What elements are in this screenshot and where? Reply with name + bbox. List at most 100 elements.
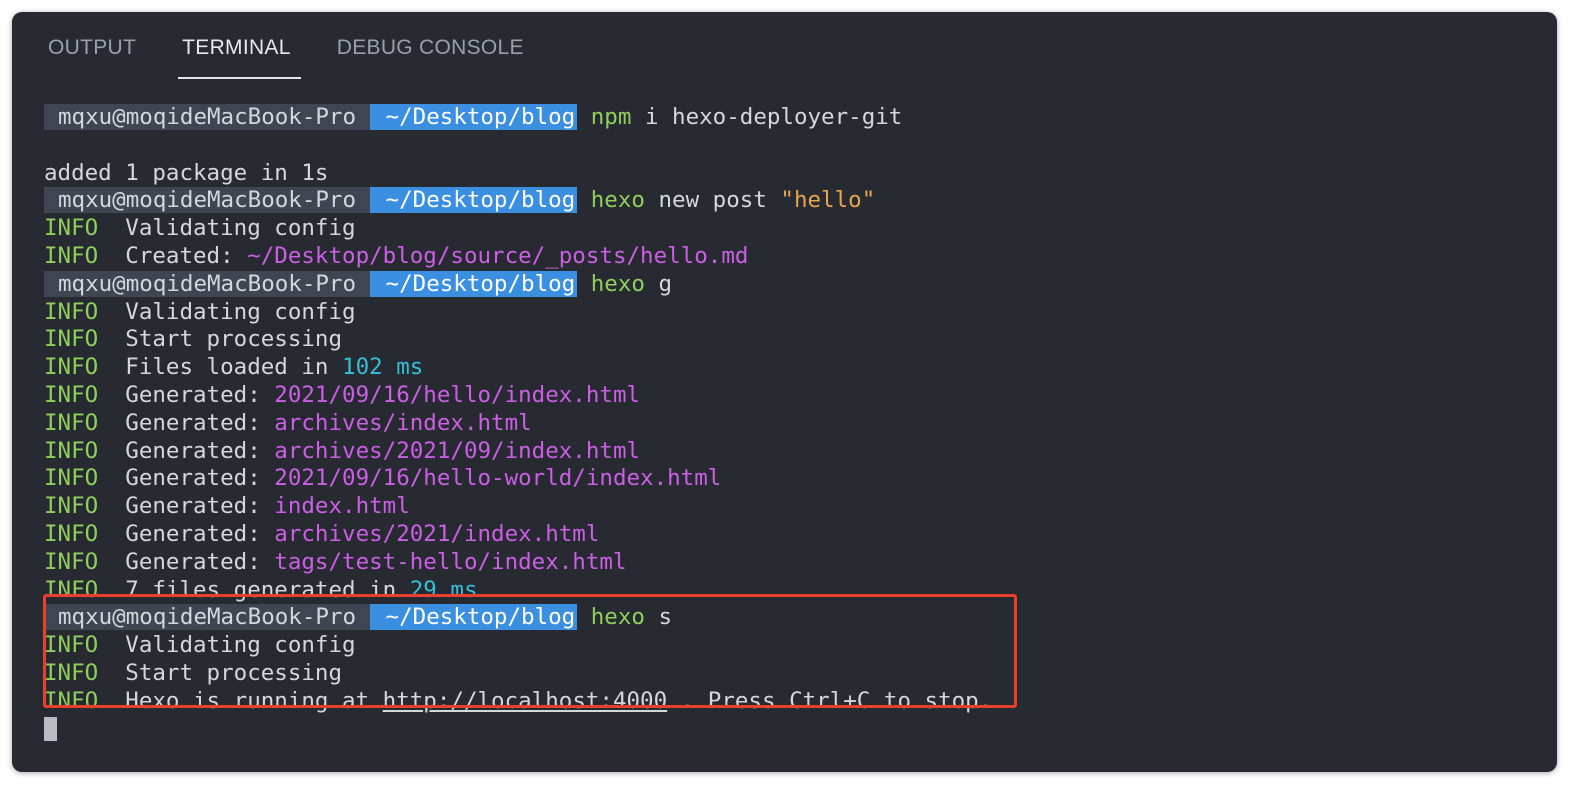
terminal-line: INFO Created: ~/Desktop/blog/source/_pos… (44, 243, 992, 271)
command-args: g (644, 270, 673, 297)
panel-tabs: OUTPUT TERMINAL DEBUG CONSOLE (48, 34, 570, 80)
info-suffix: . Press Ctrl+C to stop. (667, 687, 993, 714)
info-tag: INFO (44, 242, 99, 269)
info-label: Generated: (125, 437, 275, 464)
terminal-line: INFO Validating config (44, 215, 992, 243)
terminal-line: added 1 package in 1s (44, 160, 992, 188)
info-tag: INFO (44, 632, 99, 659)
prompt-user: mqxu@moqideMacBook-Pro (44, 187, 371, 214)
info-label: Generated: (125, 381, 275, 408)
terminal-line: INFO Hexo is running at http://localhost… (44, 688, 992, 716)
info-label: Generated: (125, 409, 275, 436)
prompt-path: ~/Desktop/blog (370, 604, 578, 631)
info-tag: INFO (44, 687, 99, 714)
info-message: Start processing (125, 659, 343, 686)
terminal-output[interactable]: mqxu@moqideMacBook-Pro ~/Desktop/blog np… (44, 104, 992, 743)
info-value: 29 ms (409, 576, 478, 603)
command-string: "hello" (780, 187, 876, 214)
terminal-line: INFO Generated: archives/2021/09/index.h… (44, 438, 992, 466)
info-label: Generated: (125, 465, 275, 492)
command-name: hexo (590, 187, 645, 214)
info-label: Generated: (125, 548, 275, 575)
info-message: Validating config (125, 632, 356, 659)
info-value: 2021/09/16/hello/index.html (274, 381, 641, 408)
tab-output[interactable]: OUTPUT (48, 34, 142, 78)
terminal-line: INFO Files loaded in 102 ms (44, 354, 992, 382)
info-tag: INFO (44, 215, 99, 242)
server-url-link[interactable]: http://localhost:4000 (383, 688, 667, 714)
terminal-line: INFO Generated: archives/2021/index.html (44, 521, 992, 549)
info-gap (98, 577, 125, 603)
info-gap (98, 660, 125, 686)
command-args: new post (644, 187, 781, 214)
terminal-line (44, 716, 992, 744)
command-args: s (644, 604, 673, 631)
info-tag: INFO (44, 548, 99, 575)
info-tag: INFO (44, 493, 99, 520)
terminal-line: INFO Generated: 2021/09/16/hello/index.h… (44, 382, 992, 410)
tab-debug-console[interactable]: DEBUG CONSOLE (337, 34, 530, 78)
command-args: i hexo-deployer-git (631, 104, 903, 130)
info-value: archives/2021/09/index.html (274, 437, 641, 464)
info-value: ~/Desktop/blog/source/_posts/hello.md (247, 242, 749, 269)
info-tag: INFO (44, 354, 99, 381)
prompt-user: mqxu@moqideMacBook-Pro (44, 604, 371, 631)
info-label: 7 files generated in (125, 576, 410, 603)
command-name: npm (590, 104, 632, 130)
info-value: index.html (274, 493, 410, 520)
terminal-line: INFO Start processing (44, 326, 992, 354)
info-gap (98, 410, 125, 436)
prompt-path: ~/Desktop/blog (370, 270, 578, 297)
info-message: Validating config (125, 298, 356, 325)
terminal-line: mqxu@moqideMacBook-Pro ~/Desktop/blog he… (44, 187, 992, 215)
info-gap (98, 521, 125, 547)
terminal-line: INFO Generated: index.html (44, 493, 992, 521)
info-tag: INFO (44, 298, 99, 325)
info-gap (98, 688, 125, 714)
info-value: 2021/09/16/hello-world/index.html (274, 465, 722, 492)
info-label: Generated: (125, 520, 275, 547)
info-tag: INFO (44, 437, 99, 464)
info-gap (98, 382, 125, 408)
info-label: Files loaded in (125, 354, 343, 381)
info-gap (98, 632, 125, 658)
terminal-line: INFO 7 files generated in 29 ms (44, 577, 992, 605)
command-name: hexo (590, 270, 645, 297)
terminal-line: INFO Generated: archives/index.html (44, 410, 992, 438)
info-gap (98, 354, 125, 380)
terminal-line: mqxu@moqideMacBook-Pro ~/Desktop/blog np… (44, 104, 992, 132)
info-gap (98, 243, 125, 269)
info-label: Created: (125, 242, 248, 269)
terminal-line: INFO Start processing (44, 660, 992, 688)
info-value: archives/index.html (274, 409, 532, 436)
tab-terminal[interactable]: TERMINAL (178, 34, 301, 79)
info-tag: INFO (44, 520, 99, 547)
info-tag: INFO (44, 381, 99, 408)
info-value: 102 ms (342, 354, 424, 381)
info-gap (98, 493, 125, 519)
terminal-line: INFO Generated: tags/test-hello/index.ht… (44, 549, 992, 577)
output-text: added 1 package in 1s (44, 159, 329, 186)
info-gap (98, 438, 125, 464)
info-message: Validating config (125, 215, 356, 242)
prompt-user: mqxu@moqideMacBook-Pro (44, 270, 371, 297)
terminal-line: INFO Generated: 2021/09/16/hello-world/i… (44, 465, 992, 493)
info-gap (98, 326, 125, 352)
info-tag: INFO (44, 576, 99, 603)
terminal-line: mqxu@moqideMacBook-Pro ~/Desktop/blog he… (44, 270, 992, 299)
terminal-cursor (44, 717, 57, 742)
info-gap (98, 299, 125, 325)
terminal-line: INFO Validating config (44, 299, 992, 327)
terminal-line: INFO Validating config (44, 632, 992, 660)
info-label: Generated: (125, 493, 275, 520)
info-tag: INFO (44, 409, 99, 436)
info-tag: INFO (44, 659, 99, 686)
command-name: hexo (590, 604, 645, 631)
terminal-line: mqxu@moqideMacBook-Pro ~/Desktop/blog he… (44, 604, 992, 632)
info-gap (98, 465, 125, 491)
